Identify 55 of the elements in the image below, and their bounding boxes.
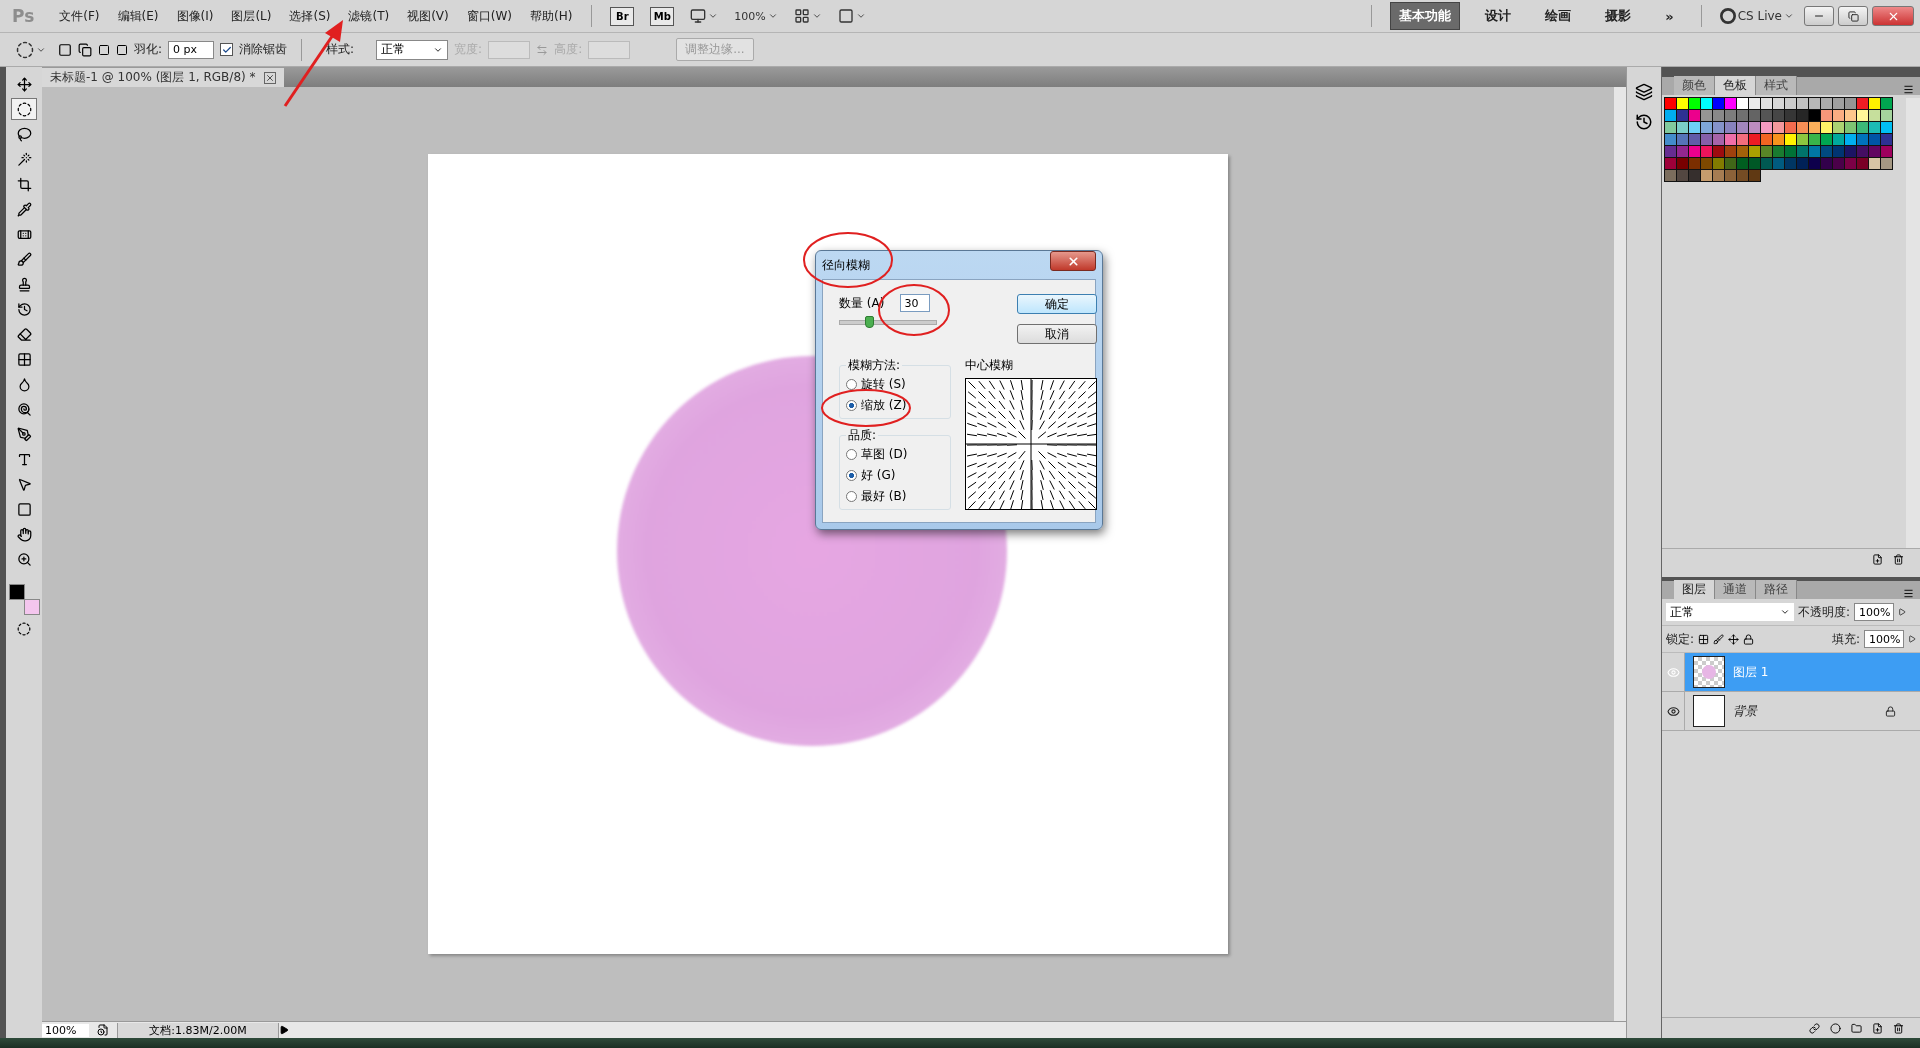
mini-bridge-button[interactable]: Mb xyxy=(650,6,675,26)
menu-item[interactable]: 窗口(W) xyxy=(459,4,519,28)
cs-live-button[interactable]: CS Live xyxy=(1719,8,1794,24)
radio-option[interactable]: 缩放 (Z) xyxy=(846,396,944,414)
menu-item[interactable]: 图像(I) xyxy=(169,4,221,28)
group-title: 模糊方法: xyxy=(847,356,902,374)
zoom-level-dropdown[interactable]: 100% xyxy=(734,9,778,23)
panel-tab[interactable]: 路径 xyxy=(1756,580,1797,599)
radio-option[interactable]: 旋转 (S) xyxy=(846,375,944,393)
workspace-tab[interactable]: 摄影 xyxy=(1596,2,1641,30)
panel-tab[interactable]: 通道 xyxy=(1715,580,1756,599)
fill-field[interactable]: 100% xyxy=(1864,630,1904,648)
panel-tab[interactable]: 颜色 xyxy=(1674,76,1715,95)
layer-name: 图层 1 xyxy=(1733,663,1770,681)
menu-item[interactable]: 图层(L) xyxy=(224,4,279,28)
bridge-button[interactable]: Br xyxy=(610,6,635,26)
opacity-label: 不透明度: xyxy=(1798,603,1851,621)
dialog-title: 径向模糊 xyxy=(822,256,870,274)
fill-label: 填充: xyxy=(1831,630,1860,648)
ok-button[interactable]: 确定 xyxy=(1017,294,1097,314)
lock-label: 锁定: xyxy=(1666,630,1695,648)
amount-field[interactable]: 30 xyxy=(900,294,931,312)
radio-option[interactable]: 草图 (D) xyxy=(846,445,944,463)
document-info: 文档:1.83M/2.00M xyxy=(117,1022,279,1038)
menu-item[interactable]: 滤镜(T) xyxy=(341,4,397,28)
blend-mode-dropdown[interactable]: 正常 xyxy=(1666,603,1794,621)
panel-tab[interactable]: 图层 xyxy=(1674,580,1715,599)
more-workspaces-button[interactable]: » xyxy=(1656,3,1683,29)
document-title: 未标题-1 @ 100% (图层 1, RGB/8) * xyxy=(50,69,256,86)
anti-alias-label: 消除锯齿 xyxy=(239,41,288,58)
menu-item[interactable]: 视图(V) xyxy=(400,4,456,28)
opacity-field[interactable]: 100% xyxy=(1854,603,1895,621)
menu-item[interactable]: 帮助(H) xyxy=(522,4,580,28)
feather-field[interactable]: 0 px xyxy=(168,40,215,59)
workspace-tab[interactable]: 设计 xyxy=(1476,2,1521,30)
panel-tab[interactable]: 色板 xyxy=(1715,76,1756,95)
document-tab[interactable]: 未标题-1 @ 100% (图层 1, RGB/8) * xyxy=(42,68,284,87)
group-title: 品质: xyxy=(847,426,878,444)
cancel-button[interactable]: 取消 xyxy=(1017,324,1097,344)
menu-item[interactable]: 文件(F) xyxy=(52,4,107,28)
menu-item[interactable]: 编辑(E) xyxy=(110,4,166,28)
radio-option[interactable]: 好 (G) xyxy=(846,466,944,484)
style-dropdown[interactable]: 正常 xyxy=(376,39,449,60)
style-label: 样式: xyxy=(326,41,355,58)
workspace-tab[interactable]: 基本功能 xyxy=(1390,2,1461,30)
layer-name: 背景 xyxy=(1733,702,1759,720)
zoom-field[interactable]: 100% xyxy=(42,1023,89,1037)
workspace-tab[interactable]: 绘画 xyxy=(1536,2,1581,30)
menu-item[interactable]: 选择(S) xyxy=(282,4,338,28)
feather-label: 羽化: xyxy=(134,41,163,58)
radio-option[interactable]: 最好 (B) xyxy=(846,487,944,505)
app-logo: Ps xyxy=(12,6,35,26)
blur-center-label: 中心模糊 xyxy=(965,356,1014,374)
layer-row[interactable]: 背景 xyxy=(1662,692,1920,731)
panel-tab[interactable]: 样式 xyxy=(1756,76,1797,95)
